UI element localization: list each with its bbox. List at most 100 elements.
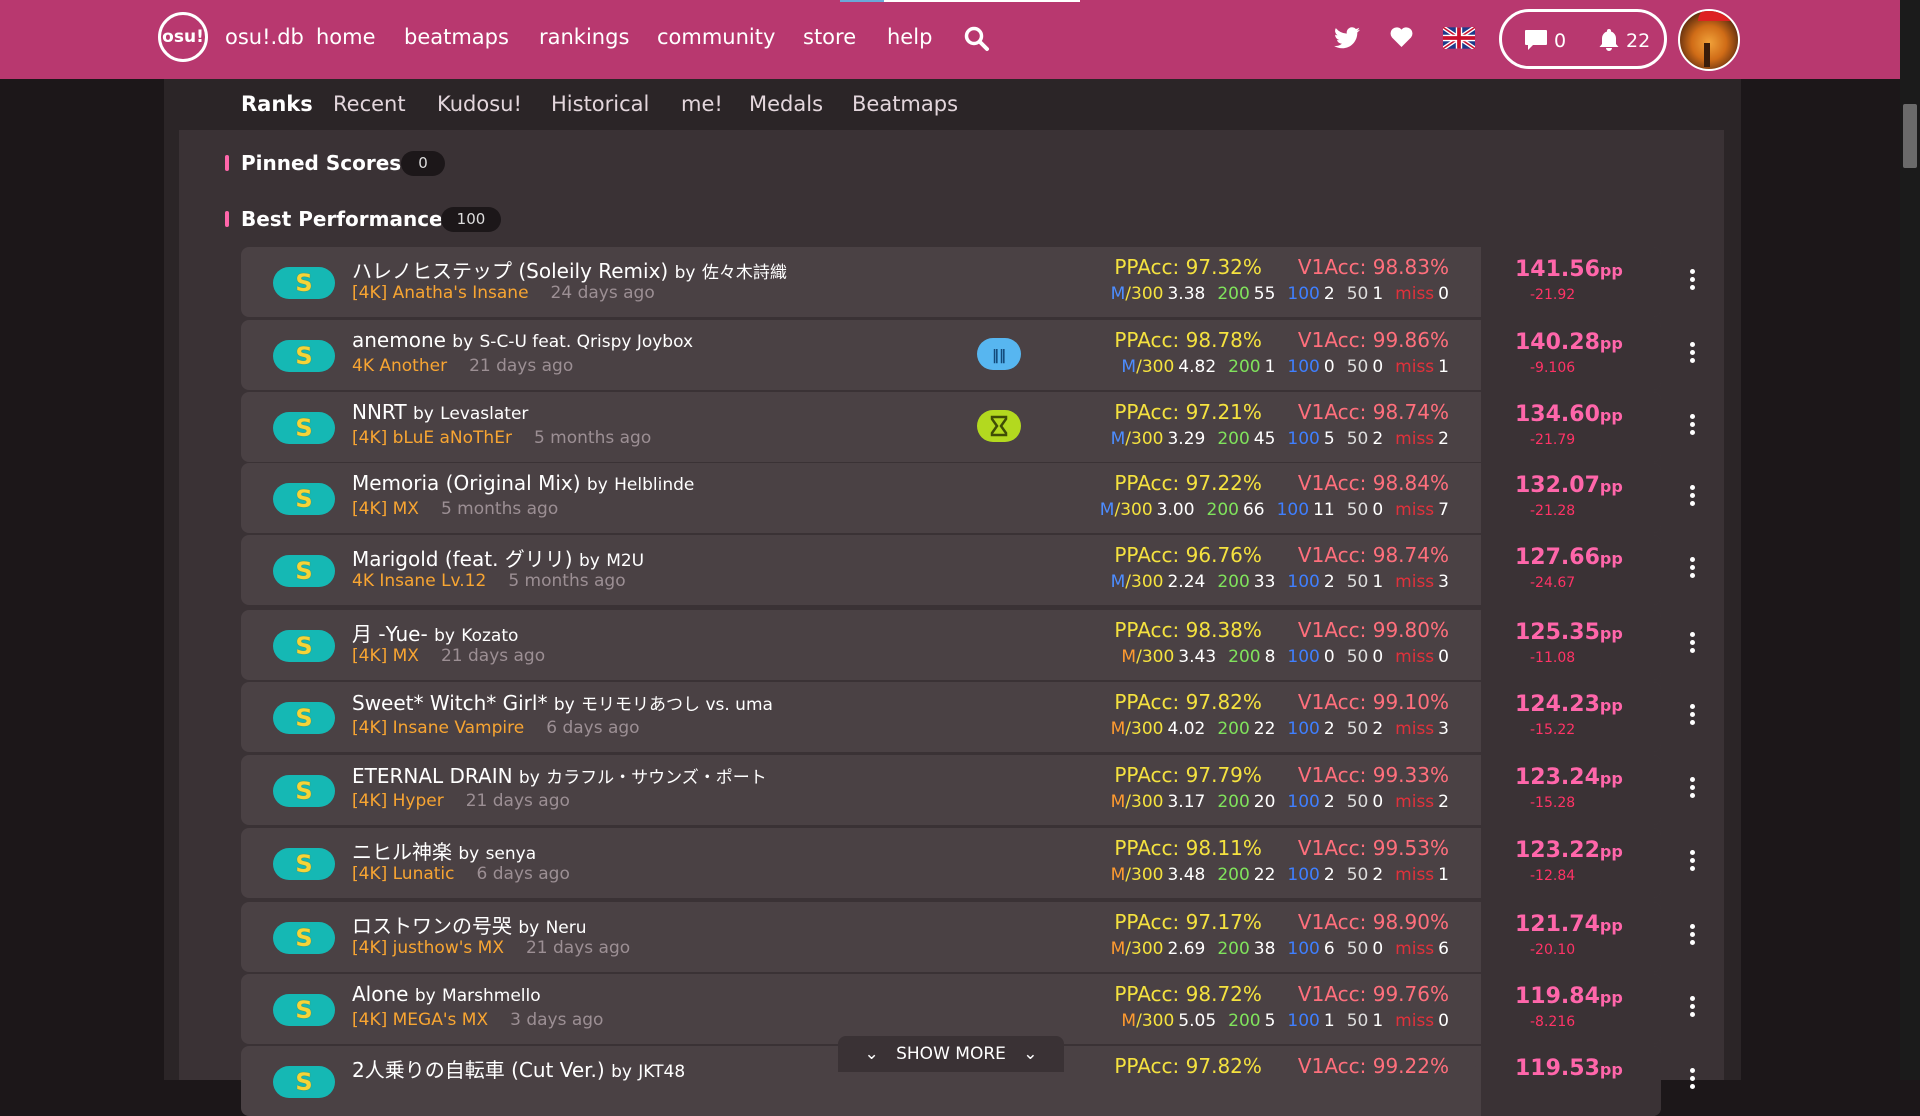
beatmap-meta: [4K] Anatha's Insane 24 days ago <box>352 283 655 303</box>
more-options-icon[interactable] <box>1690 557 1696 581</box>
beatmap-meta: [4K] Hyper 21 days ago <box>352 791 570 811</box>
score-row[interactable]: S Sweet* Witch* Girl* by モリモリあつし vs. uma [… <box>241 682 1695 752</box>
ratio-300-value: 5.05 <box>1178 1011 1217 1031</box>
more-options-icon[interactable] <box>1690 996 1696 1020</box>
beatmap-title-line[interactable]: Sweet* Witch* Girl* by モリモリあつし vs. uma <box>352 690 773 715</box>
beatmap-meta <box>352 1082 374 1102</box>
chat-icon[interactable] <box>1524 29 1548 51</box>
pp-weight-diff: -20.10 <box>1530 942 1576 958</box>
tab-me[interactable]: me! <box>681 92 723 116</box>
score-row[interactable]: Sanemone by S-C-U feat. Qrispy Joybox 4K … <box>241 320 1695 390</box>
nav-link-store[interactable]: store <box>803 25 856 49</box>
tab-recent[interactable]: Recent <box>333 92 406 116</box>
heart-icon[interactable] <box>1389 26 1414 48</box>
score-row[interactable]: S ニヒル神楽 by senya [4K] Lunatic 6 days ago PPA… <box>241 828 1695 898</box>
tab-historical[interactable]: Historical <box>551 92 649 116</box>
more-options-icon[interactable] <box>1690 704 1696 728</box>
pp-value: 124.23pp <box>1515 692 1623 717</box>
count-miss-value: 1 <box>1438 357 1449 377</box>
osu-logo[interactable]: osu! <box>158 12 208 62</box>
count-miss-value: 2 <box>1438 792 1449 812</box>
count-miss-value: 0 <box>1438 284 1449 304</box>
more-options-icon[interactable] <box>1690 1068 1696 1092</box>
beatmap-title: Marigold (feat. グリリ) <box>352 547 573 571</box>
pp-value: 119.84pp <box>1515 984 1623 1009</box>
loading-strip <box>840 0 1080 2</box>
count-miss-label: miss <box>1395 647 1435 667</box>
user-avatar[interactable] <box>1678 9 1740 71</box>
nav-link-community[interactable]: community <box>657 25 775 49</box>
score-row[interactable]: S NNRT by Levaslater [4K] bLuE aNoThEr 5 mo… <box>241 392 1695 462</box>
score-row[interactable]: S月 -Yue- by Kozato [4K] MX 21 days ago PPAc… <box>241 610 1695 680</box>
bell-icon[interactable] <box>1598 28 1620 52</box>
beatmap-title: 2人乗りの自転車 (Cut Ver.) <box>352 1058 605 1082</box>
more-options-icon[interactable] <box>1690 777 1696 801</box>
count-50-label: 50 <box>1346 572 1369 592</box>
nav-link-help[interactable]: help <box>887 25 932 49</box>
by-label: by <box>578 551 600 571</box>
ratio-300-label: /300 <box>1136 647 1175 667</box>
rank-s-badge: S <box>273 848 335 880</box>
count-miss-label: miss <box>1395 1011 1435 1031</box>
score-row[interactable]: S ロストワンの号哭 by Neru [4K] justhow's MX 21 day… <box>241 902 1695 972</box>
count-50-value: 2 <box>1372 429 1384 449</box>
time-ago: 21 days ago <box>525 938 631 958</box>
more-options-icon[interactable] <box>1690 485 1696 509</box>
score-row[interactable]: S Alone by Marshmello [4K] MEGA's MX 3 days… <box>241 974 1695 1044</box>
count-100-label: 100 <box>1287 865 1320 885</box>
page-scrollbar[interactable] <box>1900 0 1920 1080</box>
pp-weight-diff: -24.67 <box>1530 575 1576 591</box>
score-row[interactable]: S Marigold (feat. グリリ) by M2U 4K Insane Lv… <box>241 535 1695 605</box>
tab-medals[interactable]: Medals <box>749 92 823 116</box>
more-options-icon[interactable] <box>1690 414 1696 438</box>
beatmap-title-line[interactable]: ETERNAL DRAIN by カラフル・サウンズ・ポート <box>352 763 767 788</box>
search-icon[interactable] <box>964 26 990 52</box>
beatmap-title-line[interactable]: anemone by S-C-U feat. Qrispy Joybox <box>352 328 693 352</box>
nav-link-rankings[interactable]: rankings <box>539 25 629 49</box>
beatmap-title-line[interactable]: ロストワンの号哭 by Neru <box>352 910 587 939</box>
beatmap-title-line[interactable]: ニヒル神楽 by senya <box>352 836 536 865</box>
more-options-icon[interactable] <box>1690 342 1696 366</box>
v1acc-value: V1Acc: 99.80% <box>1297 618 1449 642</box>
score-row[interactable]: S Memoria (Original Mix) by Helblinde [4K]… <box>241 463 1695 533</box>
beatmap-title-line[interactable]: NNRT by Levaslater <box>352 400 528 424</box>
tab-kudosu[interactable]: Kudosu! <box>437 92 522 116</box>
nav-link-beatmaps[interactable]: beatmaps <box>404 25 509 49</box>
count-100-label: 100 <box>1287 429 1320 449</box>
scrollbar-thumb[interactable] <box>1903 104 1917 168</box>
more-options-icon[interactable] <box>1690 850 1696 874</box>
difficulty-name: [4K] Hyper <box>352 791 444 811</box>
count-200-label: 200 <box>1217 572 1250 592</box>
difficulty-name: 4K Insane Lv.12 <box>352 571 487 591</box>
beatmap-title-line[interactable]: Marigold (feat. グリリ) by M2U <box>352 543 644 572</box>
count-50-label: 50 <box>1346 1011 1369 1031</box>
nav-link-osudb[interactable]: osu!.db <box>225 25 304 49</box>
beatmap-title-line[interactable]: Memoria (Original Mix) by Helblinde <box>352 471 694 495</box>
score-row[interactable]: S ハレノヒステップ (Soleily Remix) by 佐々木詩織 [4K] A… <box>241 247 1695 317</box>
rank-s-badge: S <box>273 922 335 954</box>
twitter-icon[interactable] <box>1334 26 1360 50</box>
svg-text:‖‖: ‖‖ <box>992 348 1006 364</box>
count-100-label: 100 <box>1287 792 1320 812</box>
tab-beatmaps[interactable]: Beatmaps <box>852 92 958 116</box>
count-200-value: 22 <box>1253 865 1276 885</box>
pp-box: 119.84pp -8.216 <box>1467 974 1695 1044</box>
pp-box: 123.22pp -12.84 <box>1467 828 1695 898</box>
ppacc-value: PPAcc: 97.82% <box>1114 1054 1262 1078</box>
more-options-icon[interactable] <box>1690 924 1696 948</box>
show-more-button[interactable]: ⌄ SHOW MORE ⌄ <box>838 1036 1064 1072</box>
beatmap-title-line[interactable]: ハレノヒステップ (Soleily Remix) by 佐々木詩織 <box>352 255 787 284</box>
beatmap-title: ニヒル神楽 <box>352 840 452 864</box>
count-50-label: 50 <box>1346 284 1369 304</box>
score-row[interactable]: S ETERNAL DRAIN by カラフル・サウンズ・ポート [4K] Hype… <box>241 755 1695 825</box>
tab-ranks[interactable]: Ranks <box>241 92 313 116</box>
beatmap-title-line[interactable]: Alone by Marshmello <box>352 982 541 1006</box>
pinned-scores-count: 0 <box>401 151 445 176</box>
count-miss-label: miss <box>1395 719 1435 739</box>
beatmap-title-line[interactable]: 月 -Yue- by Kozato <box>352 618 518 647</box>
nav-link-home[interactable]: home <box>316 25 376 49</box>
more-options-icon[interactable] <box>1690 269 1696 293</box>
uk-flag-icon[interactable] <box>1443 27 1475 49</box>
more-options-icon[interactable] <box>1690 632 1696 656</box>
beatmap-title-line[interactable]: 2人乗りの自転車 (Cut Ver.) by JKT48 <box>352 1054 685 1083</box>
